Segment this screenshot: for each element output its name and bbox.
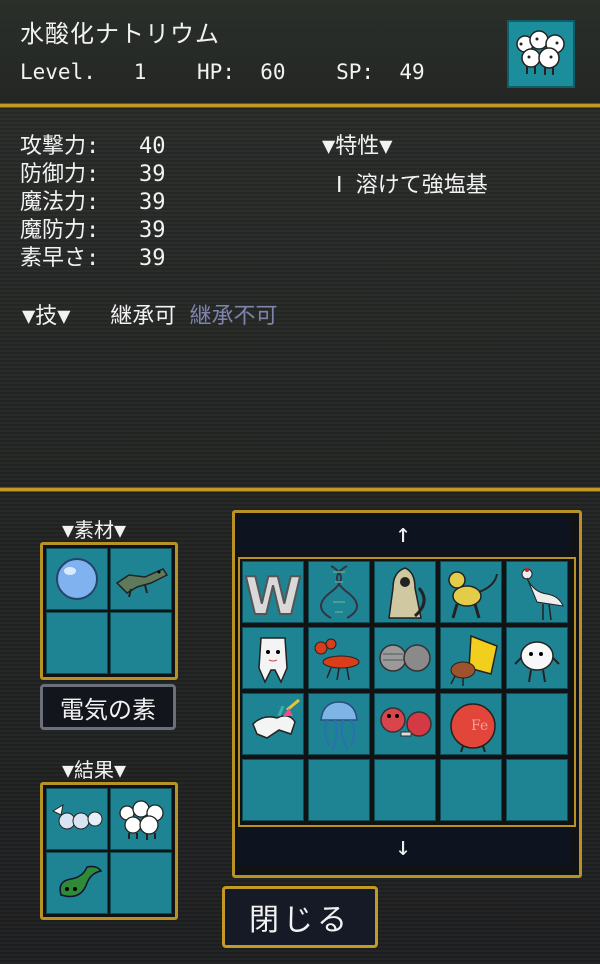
- scroll-down-button[interactable]: ↓: [236, 828, 570, 866]
- materials-grid: [40, 542, 178, 680]
- green-lizard-icon: [111, 549, 171, 609]
- skills-row: ▼技▼ 継承可 継承不可: [22, 298, 278, 330]
- inventory-slot[interactable]: [440, 627, 502, 689]
- inventory-slot[interactable]: [308, 627, 370, 689]
- material-slot[interactable]: [110, 548, 172, 610]
- monster-name: 水酸化ナトリウム: [20, 20, 220, 48]
- result-slot[interactable]: [110, 852, 172, 914]
- material-slot[interactable]: [46, 548, 108, 610]
- materials-title: ▼素材▼: [62, 518, 127, 542]
- header-divider: [0, 104, 600, 107]
- inventory-slot[interactable]: [506, 561, 568, 623]
- status-header: 水酸化ナトリウム Level. 1 HP: 60 SP: 49: [0, 0, 600, 104]
- result-slot[interactable]: [46, 852, 108, 914]
- white-egg-creature-icon: [507, 628, 567, 688]
- level-label: Level.: [20, 60, 96, 84]
- blue-jellyfish-icon: [309, 694, 369, 754]
- inventory-slot[interactable]: [506, 627, 568, 689]
- results-grid: [40, 782, 178, 920]
- inventory-slot[interactable]: [242, 693, 304, 755]
- trait-item: Ⅰ 溶けて強塩基: [336, 173, 488, 198]
- close-button[interactable]: 閉じる: [222, 886, 378, 948]
- inventory-slot[interactable]: Fe: [440, 693, 502, 755]
- inventory-slot[interactable]: [440, 759, 502, 821]
- inventory-slot[interactable]: [374, 693, 436, 755]
- red-spheres-icon: [375, 694, 435, 754]
- inventory-slot[interactable]: [242, 759, 304, 821]
- scroll-up-button[interactable]: ↑: [236, 515, 570, 553]
- result-slot[interactable]: [46, 788, 108, 850]
- material-slot[interactable]: [46, 612, 108, 674]
- vitals-line: Level. 1 HP: 60 SP: 49: [20, 60, 425, 84]
- hp-label: HP:: [197, 60, 235, 84]
- inventory-slot[interactable]: [374, 627, 436, 689]
- hp-value: 60: [260, 60, 286, 84]
- results-title: ▼結果▼: [62, 758, 127, 782]
- inventory-slot[interactable]: [506, 693, 568, 755]
- winged-spheres-icon: [47, 789, 107, 849]
- gray-spheres-icon: [375, 628, 435, 688]
- inventory-slot[interactable]: [308, 561, 370, 623]
- traits-title: ▼特性▼: [322, 134, 393, 159]
- inventory-slot[interactable]: [308, 693, 370, 755]
- bottom-divider: [0, 488, 600, 491]
- green-tadpole-icon: [47, 853, 107, 913]
- inventory-slot[interactable]: [242, 627, 304, 689]
- stat-value: 39: [139, 246, 166, 271]
- white-unicorn-icon: [243, 694, 303, 754]
- hermit-crab-icon: [441, 628, 501, 688]
- yellow-monkey-icon: [441, 562, 501, 622]
- blue-orb-icon: [47, 549, 107, 609]
- inventory-slot[interactable]: [374, 561, 436, 623]
- tooth-creature-icon: [243, 628, 303, 688]
- sp-label: SP:: [336, 60, 375, 84]
- stat-label: 素早さ:: [20, 246, 100, 271]
- inventory-slot[interactable]: [440, 561, 502, 623]
- hooded-reaper-icon: [375, 562, 435, 622]
- dna-helix-icon: [309, 562, 369, 622]
- white-crane-icon: [507, 562, 567, 622]
- svg-text:W: W: [244, 567, 301, 622]
- selected-material-name: 電気の素: [40, 684, 176, 730]
- result-slot[interactable]: [110, 788, 172, 850]
- tungsten-w-icon: W: [243, 562, 303, 622]
- inventory-slot[interactable]: [506, 759, 568, 821]
- level-value: 1: [133, 60, 147, 84]
- tab-inheritable[interactable]: 継承可: [110, 304, 176, 329]
- stat-speed: 素早さ: 39: [20, 240, 166, 272]
- inventory-slot[interactable]: W: [242, 561, 304, 623]
- red-blob-icon: Fe: [441, 694, 501, 754]
- sp-value: 49: [399, 60, 425, 84]
- material-slot[interactable]: [110, 612, 172, 674]
- inventory-slot[interactable]: [374, 759, 436, 821]
- tab-not-inheritable[interactable]: 継承不可: [190, 304, 278, 329]
- inventory-slot[interactable]: [308, 759, 370, 821]
- red-lobster-icon: [309, 628, 369, 688]
- svg-text:Fe: Fe: [471, 718, 488, 734]
- skills-title: ▼技▼: [22, 304, 71, 329]
- sheep-cluster-icon: [507, 20, 575, 88]
- inventory-grid: W Fe: [238, 557, 576, 827]
- sheep-cluster-icon: [111, 789, 171, 849]
